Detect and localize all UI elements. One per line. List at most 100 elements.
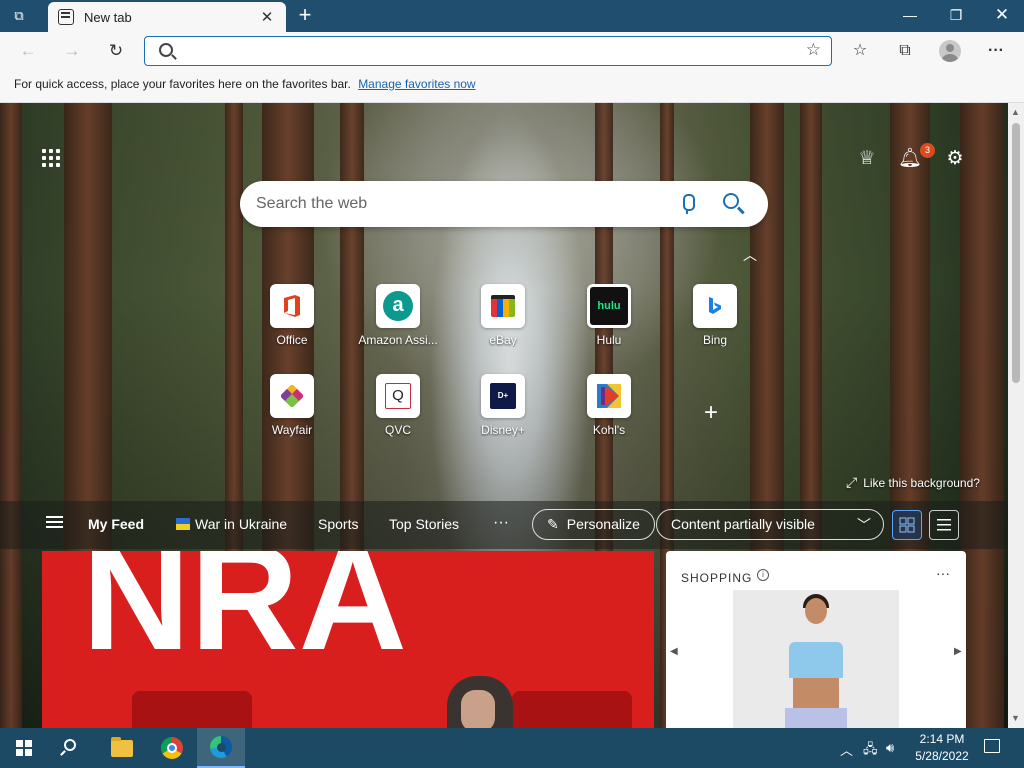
- background-tree: [960, 103, 1004, 728]
- feed-tab-sports[interactable]: Sports: [318, 516, 358, 532]
- tray-chevron-up-icon[interactable]: ︿: [840, 740, 853, 759]
- news-image-text: NRA: [82, 551, 407, 681]
- ukraine-flag-icon: [176, 518, 190, 530]
- quick-link-kohls[interactable]: Kohl's: [564, 374, 654, 454]
- content-visibility-dropdown[interactable]: Content partially visible ﹀: [656, 509, 884, 540]
- disney-icon: D+: [481, 374, 525, 418]
- windows-taskbar: ︿ 🖧︎ 🔊︎ 2:14 PM 5/28/2022: [0, 728, 1024, 768]
- info-icon[interactable]: i: [757, 569, 769, 581]
- new-tab-button[interactable]: +: [292, 4, 318, 28]
- expand-arrows-icon: ⤢: [846, 474, 858, 490]
- web-search-box[interactable]: [240, 181, 768, 227]
- page-scrollbar[interactable]: ▲ ▼: [1008, 103, 1024, 728]
- microphone-icon[interactable]: [681, 194, 695, 214]
- taskbar-search-icon[interactable]: [64, 739, 76, 751]
- shopping-title: SHOPPING: [681, 571, 753, 585]
- feed-more-button[interactable]: ···: [493, 514, 509, 532]
- tile-label: Office: [276, 333, 308, 347]
- settings-more-icon[interactable]: ···: [983, 39, 1009, 63]
- action-center-icon[interactable]: [984, 739, 1000, 753]
- chevron-down-icon: ﹀: [857, 517, 871, 533]
- quick-link-bing[interactable]: Bing: [670, 284, 760, 364]
- list-view-button[interactable]: [929, 510, 959, 540]
- quick-link-qvc[interactable]: Q QVC: [353, 374, 443, 454]
- address-input[interactable]: [183, 41, 783, 61]
- taskbar-clock[interactable]: 2:14 PM 5/28/2022: [912, 731, 972, 765]
- feed-tab-label: War in Ukraine: [195, 516, 288, 532]
- card-more-icon[interactable]: ···: [936, 565, 950, 581]
- personalize-button[interactable]: ✎ Personalize: [532, 509, 655, 540]
- quick-link-wayfair[interactable]: Wayfair: [247, 374, 337, 454]
- scrollbar-thumb[interactable]: [1012, 123, 1020, 383]
- tile-label: Hulu: [596, 333, 622, 347]
- back-button[interactable]: ←: [14, 38, 42, 64]
- quick-link-disney[interactable]: D+ Disney+: [458, 374, 548, 454]
- taskbar-edge[interactable]: [197, 728, 245, 768]
- news-image-person: [447, 676, 513, 728]
- restore-button[interactable]: ❐: [933, 0, 979, 30]
- like-background-label: Like this background?: [863, 476, 980, 490]
- tile-label: Bing: [702, 333, 728, 347]
- taskbar-file-explorer[interactable]: [98, 728, 146, 768]
- add-shortcut-plus-icon[interactable]: +: [704, 399, 718, 427]
- scroll-up-arrow-icon[interactable]: ▲: [1011, 107, 1020, 117]
- tile-label: Wayfair: [271, 423, 313, 437]
- quick-link-amazon[interactable]: a Amazon Assi...: [353, 284, 443, 364]
- taskbar-chrome[interactable]: [148, 728, 196, 768]
- quick-link-office[interactable]: Office: [247, 284, 337, 364]
- model-head: [805, 598, 827, 624]
- product-image[interactable]: [733, 590, 899, 728]
- tile-label: Kohl's: [592, 423, 626, 437]
- web-search-input[interactable]: [256, 193, 656, 215]
- feed-tab-war-in-ukraine[interactable]: War in Ukraine: [176, 516, 287, 532]
- news-card[interactable]: NRA: [42, 551, 654, 728]
- carousel-left-arrow-icon[interactable]: ◀: [670, 646, 678, 657]
- feed-tab-my-feed[interactable]: My Feed: [88, 516, 144, 532]
- favorites-icon[interactable]: ☆: [847, 39, 873, 63]
- rewards-icon[interactable]: ♕: [855, 147, 879, 171]
- apps-launcher-icon[interactable]: [42, 149, 62, 169]
- pencil-icon: ✎: [547, 516, 559, 532]
- forward-button[interactable]: →: [58, 38, 86, 64]
- profile-avatar[interactable]: [939, 40, 961, 62]
- search-icon[interactable]: [723, 193, 739, 209]
- like-background-link[interactable]: ⤢ Like this background?: [846, 474, 980, 491]
- content-visibility-label: Content partially visible: [671, 516, 815, 532]
- network-icon[interactable]: 🖧︎: [863, 740, 878, 762]
- feed-tab-top-stories[interactable]: Top Stories: [389, 516, 459, 532]
- close-window-button[interactable]: ✕: [979, 0, 1024, 30]
- carousel-right-arrow-icon[interactable]: ▶: [954, 646, 962, 657]
- notifications-bell-icon[interactable]: 🔔︎: [898, 147, 922, 171]
- collections-icon[interactable]: ⧉: [892, 39, 918, 63]
- grid-view-icon: [899, 517, 915, 533]
- personalize-label: Personalize: [566, 516, 640, 532]
- tab-new-tab[interactable]: New tab ✕: [48, 2, 286, 32]
- notification-count-badge: 3: [920, 143, 935, 158]
- grid-view-button[interactable]: [892, 510, 922, 540]
- add-favorite-icon[interactable]: ☆: [806, 40, 821, 60]
- edge-icon: [210, 736, 232, 758]
- tile-label: Amazon Assi...: [358, 333, 438, 347]
- quick-link-hulu[interactable]: hulu Hulu: [564, 284, 654, 364]
- shopping-card[interactable]: SHOPPING i ··· ◀ ▶: [666, 551, 966, 728]
- minimize-button[interactable]: —: [887, 0, 933, 30]
- list-view-icon: [937, 519, 951, 531]
- volume-icon[interactable]: 🔊︎: [886, 740, 894, 756]
- ebay-icon: [481, 284, 525, 328]
- model-bottom: [785, 708, 847, 728]
- manage-favorites-link[interactable]: Manage favorites now: [358, 77, 475, 91]
- quick-link-ebay[interactable]: eBay: [458, 284, 548, 364]
- page-settings-gear-icon[interactable]: ⚙: [943, 147, 967, 171]
- chrome-icon: [161, 737, 183, 759]
- feed-menu-hamburger-icon[interactable]: [46, 521, 63, 523]
- tile-label: Disney+: [481, 423, 525, 437]
- collapse-chevron-up-icon[interactable]: ︿: [743, 245, 757, 265]
- close-tab-icon[interactable]: ✕: [258, 8, 276, 26]
- address-bar[interactable]: ☆: [144, 36, 832, 66]
- refresh-button[interactable]: ↻: [102, 38, 130, 64]
- kohls-icon: [587, 374, 631, 418]
- scroll-down-arrow-icon[interactable]: ▼: [1011, 713, 1020, 723]
- tab-actions-icon[interactable]: ⧉: [8, 6, 30, 26]
- tile-label: eBay: [489, 333, 517, 347]
- windows-start-icon[interactable]: [16, 740, 32, 756]
